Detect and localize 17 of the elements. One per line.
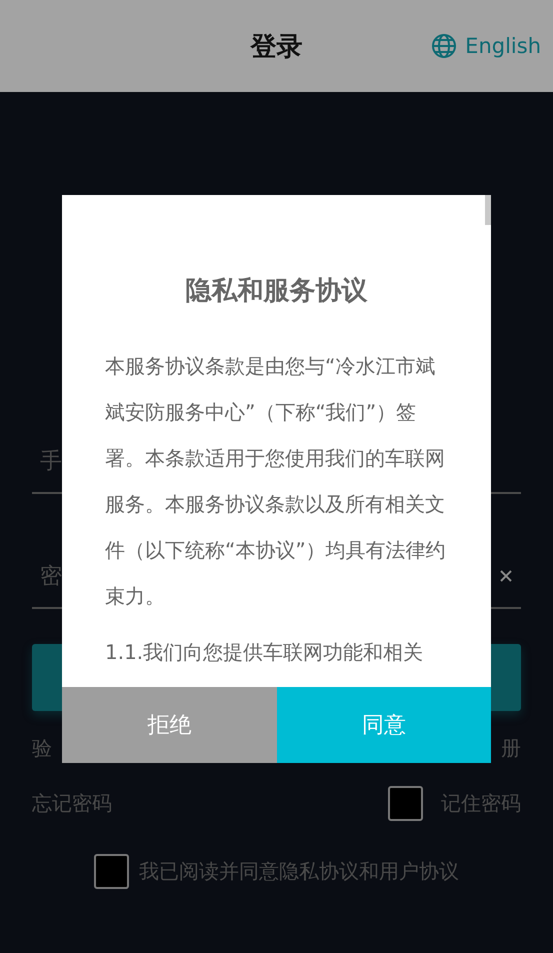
checkbox[interactable] (388, 786, 423, 820)
agree-button[interactable]: 同意 (276, 687, 491, 763)
dialog-title: 隐私和服务协议 (184, 275, 368, 308)
register-link[interactable]: 册 (501, 734, 521, 762)
language-button[interactable]: English (431, 0, 541, 92)
forgot-password-link[interactable]: 忘记密码 (32, 790, 112, 816)
checkbox[interactable] (94, 854, 129, 889)
page-title: 登录 (250, 30, 302, 64)
agreement-paragraph: 1.1.我们向您提供车联网功能和相关 (105, 639, 424, 666)
agreement-paragraph: 本服务协议条款是由您与“冷水江市斌斌安防服务中心”（下称“我们”）签署。本条款适用于您使用我们的车联网服务。本服务协议条款以及所有相关文件（以下统称“本协议”）均具有法律约束力。 (105, 353, 447, 610)
verification-login-link[interactable]: 验 (32, 734, 52, 762)
agreement-label: 我已阅读并同意隐私协议和用户协议 (139, 858, 459, 885)
decline-button[interactable]: 拒绝 (62, 687, 276, 763)
scrollbar[interactable] (485, 195, 491, 225)
remember-password-label: 记住密码 (441, 790, 521, 816)
globe-icon (431, 33, 458, 59)
clear-icon[interactable] (499, 569, 513, 583)
